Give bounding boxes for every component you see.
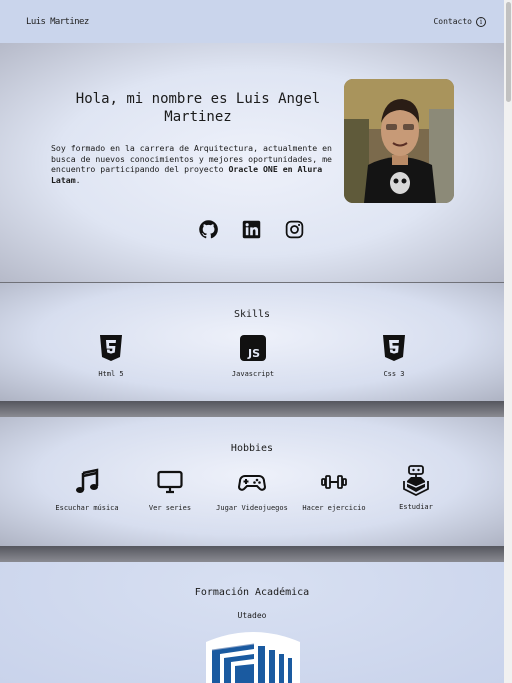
hobby-music: Escuchar música (47, 468, 127, 513)
skills-title: Skills (233, 309, 271, 320)
music-note-icon (76, 468, 99, 493)
page: Luis Martinez Contacto i Hola, mi nombre… (0, 0, 504, 683)
hobby-label: Escuchar música (55, 504, 119, 512)
site-header: Luis Martinez Contacto i (0, 0, 504, 43)
social-links (198, 219, 305, 240)
contact-link[interactable]: Contacto i (433, 16, 486, 27)
svg-text:JS: JS (247, 347, 260, 360)
education-title: Formación Académica (194, 587, 310, 598)
hobby-label: Ver series (148, 504, 192, 512)
linkedin-icon[interactable] (241, 219, 262, 240)
skill-css3: Css 3 (354, 334, 434, 379)
hobbies-title: Hobbies (230, 443, 274, 454)
github-icon[interactable] (198, 219, 219, 240)
page-scrollbar[interactable] (504, 0, 512, 683)
instagram-icon[interactable] (284, 219, 305, 240)
site-logo[interactable]: Luis Martinez (26, 17, 89, 27)
monitor-icon (157, 470, 183, 494)
css3-icon (383, 335, 405, 361)
study-robot-icon (403, 465, 429, 497)
profile-photo (344, 79, 454, 203)
contact-label: Contacto (433, 17, 472, 26)
hobby-exercise: Hacer ejercicio (294, 468, 374, 513)
skill-label: Html 5 (98, 370, 124, 378)
dumbbell-icon (321, 475, 347, 489)
info-icon: i (476, 16, 486, 27)
section-divider (0, 546, 504, 562)
hobby-videogames: Jugar Videojuegos (212, 468, 292, 513)
skill-label: Javascript (231, 370, 275, 378)
education-institution: Utadeo (237, 611, 267, 620)
hobby-study: Estudiar (376, 464, 456, 512)
html5-icon (100, 335, 122, 361)
hero-title: Hola, mi nombre es Luis Angel Martinez (75, 91, 321, 125)
gamepad-icon (237, 475, 267, 491)
hero-end: . (75, 174, 81, 185)
scrollbar-thumb[interactable] (506, 2, 511, 102)
skill-html5: Html 5 (71, 334, 151, 379)
hobby-series: Ver series (130, 468, 210, 513)
hobby-label: Estudiar (399, 503, 433, 511)
hero-intro: Soy formado en la carrera de Arquitectur… (51, 143, 339, 185)
hobby-label: Hacer ejercicio (302, 504, 366, 512)
skill-label: Css 3 (383, 370, 405, 378)
skill-javascript: JS Javascript (213, 334, 293, 379)
utadeo-logo (198, 628, 308, 683)
javascript-icon: JS (240, 335, 266, 361)
section-divider (0, 401, 504, 417)
hobby-label: Jugar Videojuegos (216, 504, 288, 512)
